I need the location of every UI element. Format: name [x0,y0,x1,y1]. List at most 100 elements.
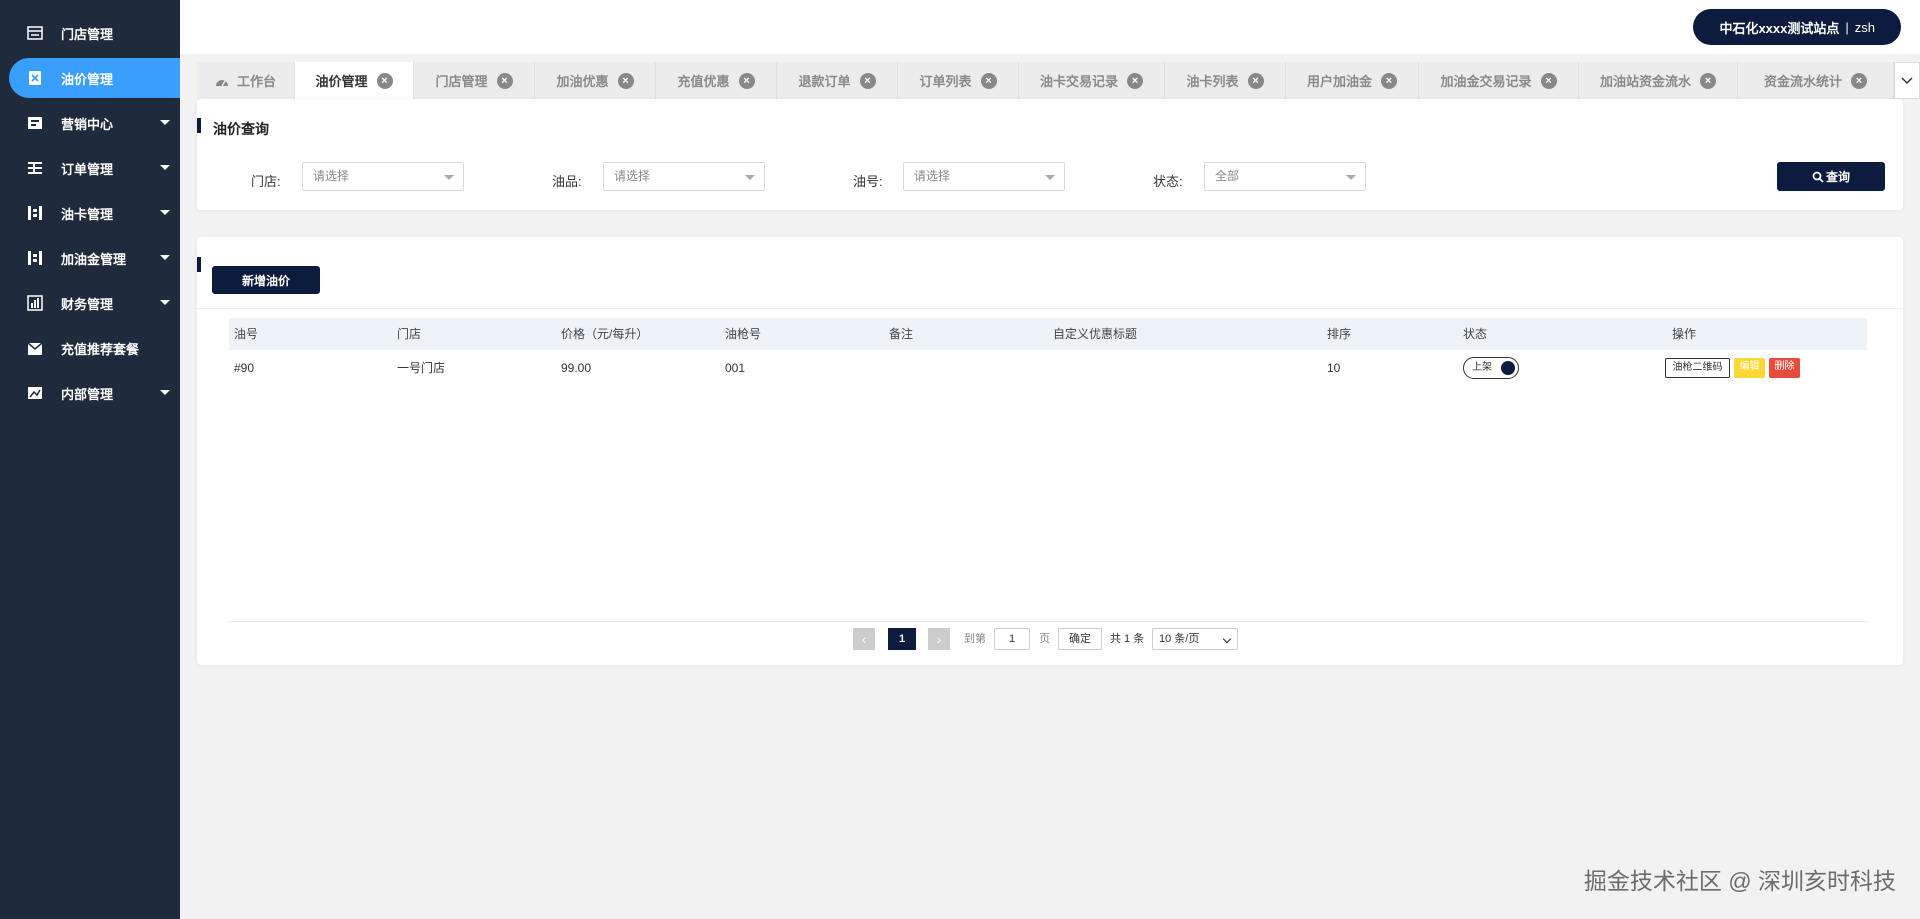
column-header: 操作 [1672,327,1697,341]
query-button-label: 查询 [1825,170,1850,184]
status-select[interactable]: 全部 [1204,162,1366,191]
sidebar-item-recharge-package[interactable]: 充值推荐套餐 [0,328,180,368]
tab-label: 油卡列表 [1186,74,1239,89]
toggle-label: 上架 [1472,362,1492,373]
close-icon[interactable]: × [1127,72,1143,89]
column-header: 排序 [1327,327,1352,341]
column-header: 状态 [1463,327,1488,341]
tab-label: 加油优惠 [556,74,609,89]
tab-label: 油价管理 [315,74,368,89]
chevron-down-icon [160,210,170,215]
sidebar-item-price-management[interactable]: 油价管理 [9,58,180,98]
goto-page-input[interactable]: 1 [994,628,1030,650]
tab-fund-transactions[interactable]: 加油金交易记录 × [1419,62,1579,99]
cell-price: 99.00 [561,361,592,375]
watermark: 掘金技术社区 @ 深圳亥时科技 [1583,868,1896,894]
username: zsh [1854,19,1875,35]
close-icon[interactable]: × [1381,72,1397,89]
product-select[interactable]: 请选择 [603,162,765,191]
close-icon[interactable]: × [496,72,513,89]
tab-order-list[interactable]: 订单列表 × [898,62,1019,99]
chevron-down-icon [1222,634,1232,644]
store-select[interactable]: 请选择 [302,162,464,191]
chevron-down-icon [444,175,454,180]
oil-number-select[interactable]: 请选择 [903,162,1065,191]
sidebar-item-label: 充值推荐套餐 [61,341,140,357]
delete-button[interactable]: 删除 [1769,358,1800,378]
chevron-down-icon [160,300,170,305]
section-marker [197,118,201,133]
goto-confirm-button[interactable]: 确定 [1058,628,1102,650]
status-toggle[interactable]: 上架 [1463,357,1519,379]
search-icon [1812,171,1824,183]
page-size-select[interactable]: 10 条/页 [1152,628,1238,650]
tab-card-list[interactable]: 油卡列表 × [1165,62,1286,99]
tab-label: 门店管理 [435,74,488,89]
sidebar-item-oil-card[interactable]: 油卡管理 [0,193,180,233]
cell-gun-no: 001 [725,361,746,375]
close-icon[interactable]: × [617,72,634,89]
close-icon[interactable]: × [1851,72,1867,89]
page-size-value: 10 条/页 [1159,633,1200,645]
chevron-down-icon [1346,175,1356,180]
chevron-down-icon [1045,175,1055,180]
status-filter-label: 状态: [1153,174,1183,189]
add-price-button[interactable]: 新增油价 [212,266,320,294]
list-panel [197,237,1903,665]
oil-number-filter-label: 油号: [853,174,883,189]
tab-fuel-discount[interactable]: 加油优惠 × [535,62,656,99]
tab-label: 油卡交易记录 [1039,74,1118,89]
current-page[interactable]: 1 [888,628,916,650]
tab-cashflow-stats[interactable]: 资金流水统计 × [1738,62,1894,99]
top-header: 中石化xxxx测试站点 | zsh [180,0,1920,54]
sidebar-item-internal[interactable]: 内部管理 [0,373,180,413]
close-icon[interactable]: × [859,72,876,89]
chevron-down-icon [745,175,755,180]
sidebar-item-label: 加油金管理 [61,251,127,267]
edit-button[interactable]: 编辑 [1734,358,1765,378]
sidebar-item-finance[interactable]: 财务管理 [0,283,180,323]
tabs-more-button[interactable] [1894,62,1920,99]
tab-label: 加油站资金流水 [1599,74,1691,89]
tab-bar: 工作台 油价管理 × 门店管理 × 加油优惠 × 充值优惠 × 退款订单 × 订… [197,62,1894,99]
close-icon[interactable]: × [1540,72,1557,89]
tab-recharge-discount[interactable]: 充值优惠 × [656,62,777,99]
sidebar-item-fuel-fund[interactable]: 加油金管理 [0,238,180,278]
close-icon[interactable]: × [1247,72,1264,89]
tab-user-fund[interactable]: 用户加油金 × [1286,62,1419,99]
query-button[interactable]: 查询 [1777,162,1885,191]
close-icon[interactable]: × [980,72,997,89]
search-title: 油价查询 [213,121,269,137]
sidebar-item-label: 订单管理 [61,161,114,177]
tab-refund-orders[interactable]: 退款订单 × [777,62,898,99]
cell-store: 一号门店 [397,361,446,375]
chevron-down-icon [160,255,170,260]
tab-oil-price[interactable]: 油价管理 × [295,62,414,99]
sidebar-item-orders[interactable]: 订单管理 [0,148,180,188]
user-menu[interactable]: 中石化xxxx测试站点 | zsh [1693,9,1901,45]
sidebar: 门店管理 油价管理 营销中心 订单管理 油卡管理 加油金管理 财务管理 充值推荐… [0,0,180,919]
close-icon[interactable]: × [376,72,393,89]
internal-icon [28,387,42,399]
next-page-button[interactable]: › [928,628,950,650]
tab-store[interactable]: 门店管理 × [414,62,535,99]
order-icon [28,162,42,174]
price-icon [29,71,41,85]
prev-page-button[interactable]: ‹ [853,628,875,650]
tab-card-transactions[interactable]: 油卡交易记录 × [1019,62,1165,99]
finance-icon [27,295,43,311]
sidebar-item-marketing[interactable]: 营销中心 [0,103,180,143]
store-icon [27,26,43,40]
sidebar-item-store-management[interactable]: 门店管理 [0,13,180,53]
sidebar-item-label: 油卡管理 [61,206,114,222]
cell-oil-no: #90 [234,361,255,375]
tab-workbench[interactable]: 工作台 [197,62,295,99]
tab-label: 用户加油金 [1306,74,1372,89]
close-icon[interactable]: × [1700,72,1716,89]
gun-qrcode-button[interactable]: 油枪二维码 [1665,358,1730,378]
tab-station-cashflow[interactable]: 加油站资金流水 × [1579,62,1738,99]
sidebar-item-label: 门店管理 [61,26,114,42]
close-icon[interactable]: × [738,72,755,89]
marketing-icon [28,117,42,129]
sidebar-item-label: 内部管理 [61,386,114,402]
